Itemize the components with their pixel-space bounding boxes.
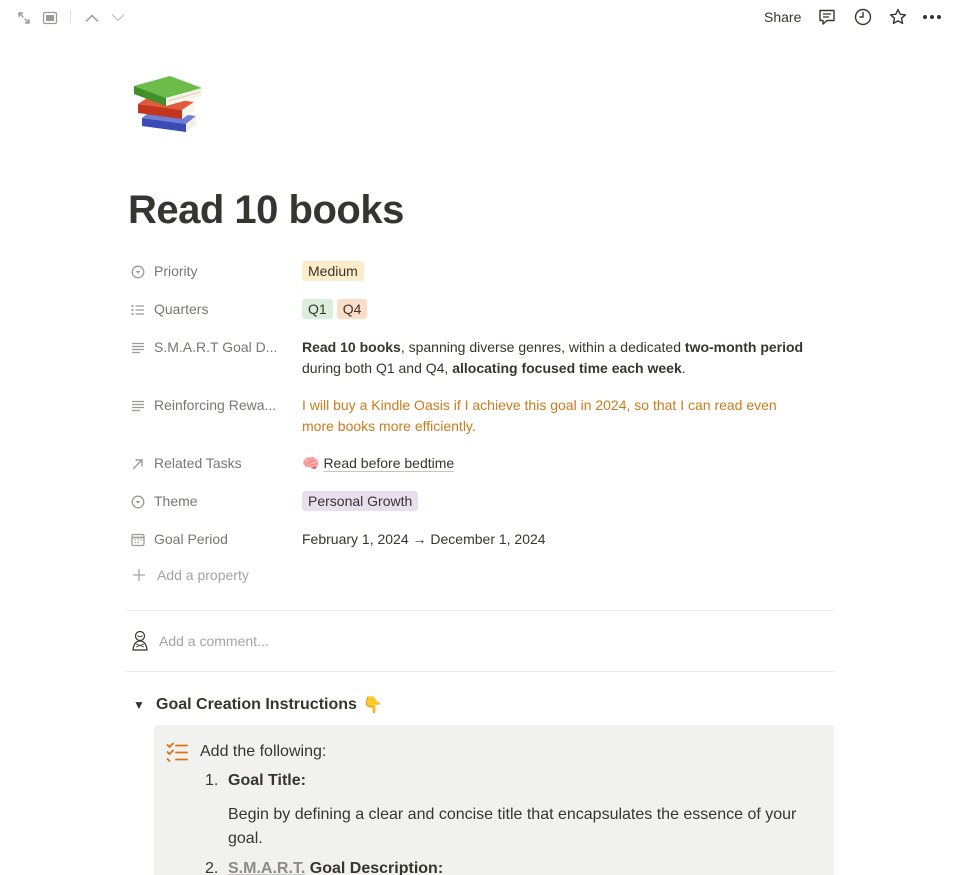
avatar <box>130 630 150 652</box>
share-button[interactable]: Share <box>760 7 805 27</box>
plus-icon <box>132 568 152 582</box>
relation-arrow-icon <box>131 453 151 474</box>
property-reward[interactable]: Reinforcing Rewa... I will buy a Kindle … <box>128 395 834 437</box>
smart-goal-text[interactable]: Read 10 books, spanning diverse genres, … <box>302 337 834 379</box>
add-property-label: Add a property <box>157 567 249 583</box>
chevron-up-icon[interactable] <box>82 9 102 27</box>
checklist-icon <box>166 742 188 767</box>
property-label: Related Tasks <box>154 455 242 471</box>
property-label: Reinforcing Rewa... <box>154 397 277 413</box>
reward-text[interactable]: I will buy a Kindle Oasis if I achieve t… <box>302 395 834 437</box>
list-item-title: S.M.A.R.T. Goal Description: <box>228 860 443 875</box>
expand-icon[interactable] <box>14 9 34 27</box>
property-label: Priority <box>154 263 198 279</box>
calendar-icon <box>131 529 151 550</box>
smart-goal-bold-segment: Read 10 books <box>302 339 401 355</box>
priority-tag[interactable]: Medium <box>302 261 364 281</box>
callout-heading: Add the following: <box>200 743 327 760</box>
select-icon <box>131 261 151 282</box>
property-priority[interactable]: Priority Medium <box>128 261 834 282</box>
property-smart-goal[interactable]: S.M.A.R.T Goal D... Read 10 books, spann… <box>128 337 834 379</box>
instructions-callout: Add the following: 1. Goal Title: Begin … <box>154 725 834 875</box>
smart-link[interactable]: S.M.A.R.T. <box>228 860 305 875</box>
books-emoji-icon[interactable] <box>130 66 206 142</box>
properties-divider <box>126 610 834 611</box>
goal-instructions-toggle[interactable]: ▼ Goal Creation Instructions 👇 <box>133 695 383 715</box>
property-label: Goal Period <box>154 531 228 547</box>
property-goal-period[interactable]: Goal Period February 1, 2024 → December … <box>128 529 834 550</box>
property-related-tasks[interactable]: Related Tasks 🧠 Read before bedtime <box>128 453 834 474</box>
goal-period-value[interactable]: February 1, 2024 → December 1, 2024 <box>302 529 834 550</box>
chevron-down-icon[interactable] <box>108 9 128 27</box>
quarter-tag-q4[interactable]: Q4 <box>336 299 368 319</box>
theme-tag[interactable]: Personal Growth <box>302 491 419 511</box>
toggle-title: Goal Creation Instructions <box>156 696 357 713</box>
star-icon[interactable] <box>887 6 909 28</box>
property-label: Quarters <box>154 301 209 317</box>
add-property-button[interactable]: Add a property <box>128 567 249 583</box>
list-item-body: Begin by defining a clear and concise ti… <box>228 806 797 847</box>
smart-goal-segment: , spanning diverse genres, within a dedi… <box>400 339 685 355</box>
brain-emoji-icon: 🧠 <box>302 455 320 471</box>
property-theme[interactable]: Theme Personal Growth <box>128 491 834 512</box>
toolbar-divider <box>70 10 71 24</box>
list-icon <box>131 299 151 320</box>
comment-icon[interactable] <box>816 6 838 28</box>
property-label: S.M.A.R.T Goal D... <box>154 339 278 355</box>
more-icon[interactable] <box>921 6 943 28</box>
property-quarters[interactable]: Quarters Q1 Q4 <box>128 299 834 320</box>
list-item-title-text: Goal Description: <box>305 860 444 875</box>
smart-goal-segment: . <box>681 360 686 376</box>
pointing-down-emoji-icon: 👇 <box>362 697 383 714</box>
comment-divider <box>126 671 834 672</box>
clock-icon[interactable] <box>852 6 874 28</box>
page-title[interactable]: Read 10 books <box>128 188 404 233</box>
list-number: 2. <box>205 860 219 875</box>
property-label: Theme <box>154 493 198 509</box>
top-bar: Share <box>0 0 961 34</box>
text-icon <box>131 395 151 416</box>
smart-goal-bold-segment: allocating focused time each week <box>452 360 682 376</box>
select-icon <box>131 491 151 512</box>
triangle-down-icon[interactable]: ▼ <box>133 698 147 712</box>
related-task-link[interactable]: Read before bedtime <box>323 455 454 471</box>
smart-goal-bold-segment: two-month period <box>684 339 804 355</box>
list-number: 1. <box>205 772 219 789</box>
comment-input[interactable]: Add a comment... <box>130 630 269 652</box>
comment-placeholder: Add a comment... <box>159 633 269 649</box>
sidebar-panel-icon[interactable] <box>40 9 60 27</box>
list-item-title: Goal Title: <box>228 772 306 789</box>
text-icon <box>131 337 151 358</box>
quarter-tag-q1[interactable]: Q1 <box>302 299 333 319</box>
smart-goal-segment: during both Q1 and Q4, <box>302 360 453 376</box>
